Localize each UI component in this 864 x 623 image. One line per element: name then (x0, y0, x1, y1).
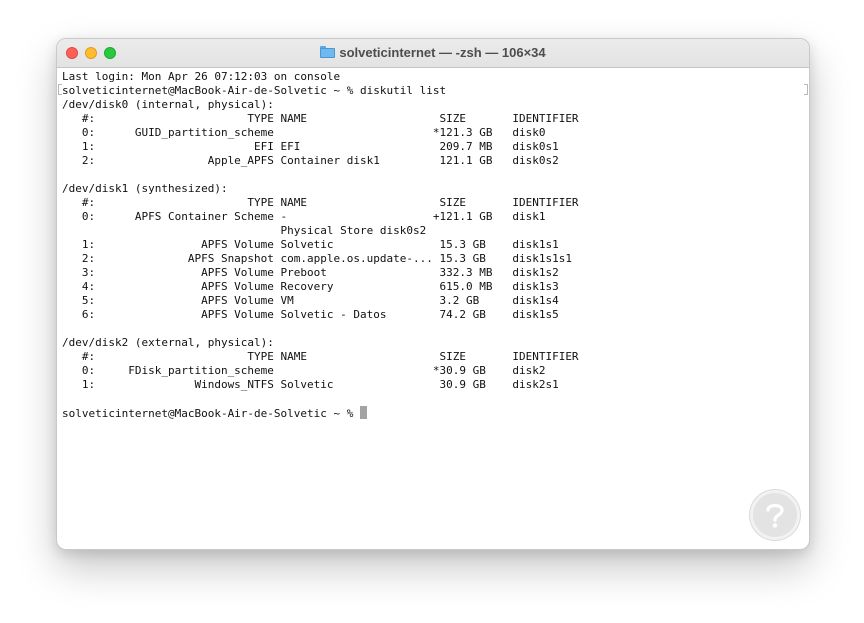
terminal-line: /dev/disk1 (synthesized): (62, 182, 228, 195)
window-title-container: solveticinternet — -zsh — 106×34 (57, 45, 809, 60)
terminal-line: #: TYPE NAME SIZE IDENTIFIER (62, 112, 579, 125)
shell-prompt: solveticinternet@MacBook-Air-de-Solvetic… (62, 407, 361, 420)
terminal-line: 3: APFS Volume Preboot 332.3 MB disk1s2 (62, 266, 559, 279)
question-mark-icon (766, 503, 784, 528)
terminal-line: #: TYPE NAME SIZE IDENTIFIER (62, 350, 579, 363)
terminal-line: Physical Store disk0s2 (62, 224, 427, 237)
watermark-logo (750, 490, 800, 540)
terminal-line: /dev/disk2 (external, physical): (62, 336, 274, 349)
terminal-line: 0: APFS Container Scheme - +121.1 GB dis… (62, 210, 546, 223)
prompt-mark-right (804, 84, 808, 95)
terminal-line: 1: APFS Volume Solvetic 15.3 GB disk1s1 (62, 238, 559, 251)
text-cursor (360, 406, 368, 419)
terminal-line: 4: APFS Volume Recovery 615.0 MB disk1s3 (62, 280, 559, 293)
prompt-mark-left (58, 84, 62, 95)
prompt-line[interactable]: solveticinternet@MacBook-Air-de-Solvetic… (62, 406, 809, 420)
terminal-line: 6: APFS Volume Solvetic - Datos 74.2 GB … (62, 308, 559, 321)
terminal-window: solveticinternet — -zsh — 106×34 Last lo… (56, 38, 810, 550)
terminal-line: /dev/disk0 (internal, physical): (62, 98, 274, 111)
terminal-line: #: TYPE NAME SIZE IDENTIFIER (62, 196, 579, 209)
terminal-line: 1: Windows_NTFS Solvetic 30.9 GB disk2s1 (62, 378, 559, 391)
terminal-line: 1: EFI EFI 209.7 MB disk0s1 (62, 140, 559, 153)
terminal-line: 5: APFS Volume VM 3.2 GB disk1s4 (62, 294, 559, 307)
folder-icon (320, 46, 336, 58)
terminal-line: solveticinternet@MacBook-Air-de-Solvetic… (62, 84, 447, 97)
terminal-line: 2: Apple_APFS Container disk1 121.1 GB d… (62, 154, 559, 167)
window-title: solveticinternet — -zsh — 106×34 (339, 45, 546, 60)
terminal-line: Last login: Mon Apr 26 07:12:03 on conso… (62, 70, 341, 83)
terminal-line: 2: APFS Snapshot com.apple.os.update-...… (62, 252, 572, 265)
title-bar[interactable]: solveticinternet — -zsh — 106×34 (57, 39, 809, 68)
terminal-line: 0: FDisk_partition_scheme *30.9 GB disk2 (62, 364, 546, 377)
terminal-line: 0: GUID_partition_scheme *121.3 GB disk0 (62, 126, 546, 139)
terminal-output[interactable]: Last login: Mon Apr 26 07:12:03 on conso… (57, 68, 809, 549)
